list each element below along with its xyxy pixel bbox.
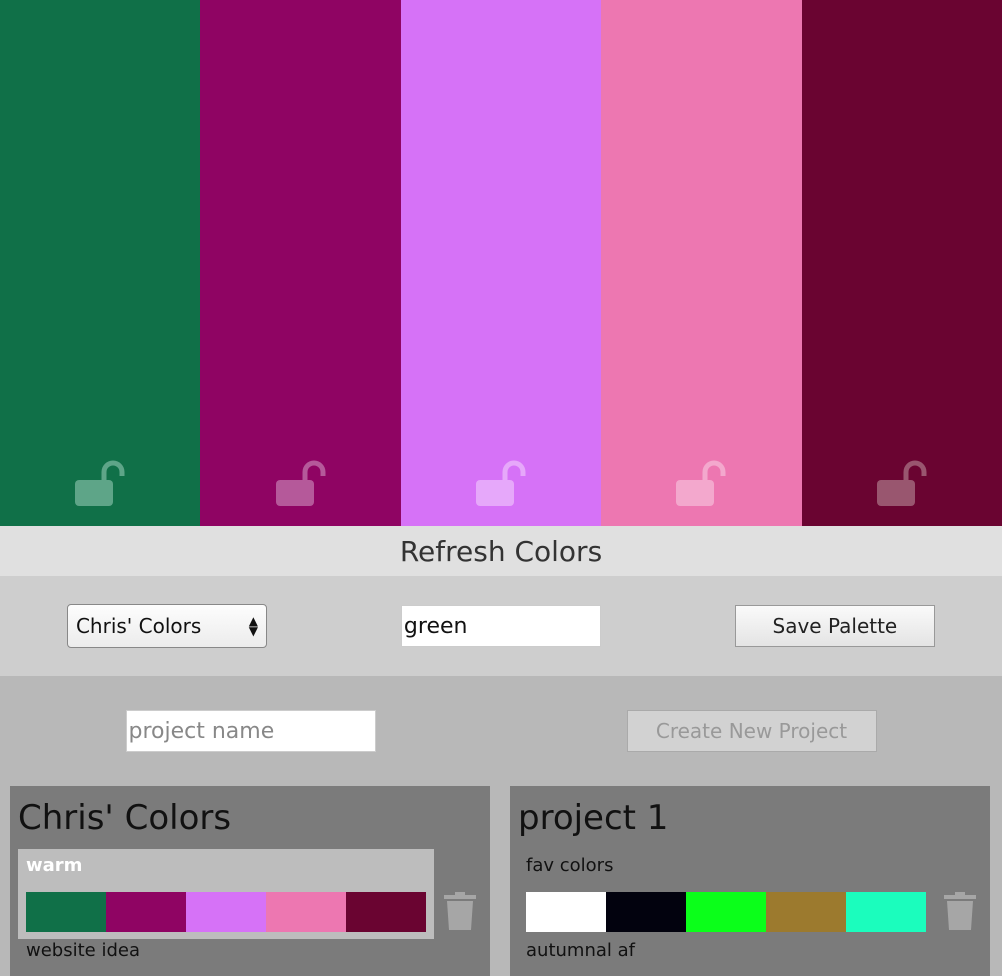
unlocked-lock-icon[interactable] bbox=[275, 460, 326, 506]
palette-color bbox=[266, 892, 346, 932]
palette-color bbox=[106, 892, 186, 932]
project-card: project 1 fav colors autumnal af bbox=[510, 786, 990, 976]
create-project-button[interactable]: Create New Project bbox=[626, 710, 877, 752]
saved-palette[interactable]: fav colors bbox=[518, 849, 934, 939]
project-card: Chris' Colors warm website idea bbox=[10, 786, 490, 976]
palette-color bbox=[846, 892, 926, 932]
palette-colors bbox=[526, 892, 926, 932]
saved-palette[interactable]: warm bbox=[18, 849, 434, 939]
trash-icon[interactable] bbox=[444, 892, 476, 930]
swatch-5 bbox=[801, 0, 1002, 526]
swatch-1 bbox=[0, 0, 201, 526]
unlocked-lock-icon[interactable] bbox=[476, 460, 526, 506]
palette-color bbox=[606, 892, 686, 932]
new-project-bar: project name Create New Project bbox=[0, 676, 1002, 786]
color-swatches bbox=[0, 0, 1002, 526]
palette-color bbox=[186, 892, 266, 932]
swatch-3 bbox=[400, 0, 602, 526]
palette-color bbox=[686, 892, 766, 932]
palette-color bbox=[766, 892, 846, 932]
unlocked-lock-icon[interactable] bbox=[876, 460, 927, 506]
refresh-colors-button[interactable]: Refresh Colors bbox=[0, 526, 1002, 576]
palette-name[interactable]: autumnal af bbox=[526, 940, 635, 961]
swatch-2 bbox=[200, 0, 401, 526]
palette-name[interactable]: website idea bbox=[26, 940, 140, 961]
project-title: Chris' Colors bbox=[18, 798, 232, 838]
unlocked-lock-icon[interactable] bbox=[676, 460, 726, 506]
palette-name-input[interactable]: green bbox=[400, 605, 601, 647]
palette-color bbox=[526, 892, 606, 932]
select-arrows-icon: ▲ ▼ bbox=[248, 614, 258, 638]
palette-color bbox=[26, 892, 106, 932]
project-select-value: Chris' Colors bbox=[75, 614, 202, 638]
trash-icon[interactable] bbox=[944, 892, 976, 930]
project-name-input[interactable]: project name bbox=[125, 710, 376, 752]
palette-name: fav colors bbox=[526, 855, 614, 876]
save-palette-button[interactable]: Save Palette bbox=[734, 605, 935, 647]
project-title: project 1 bbox=[518, 798, 669, 838]
project-select[interactable]: Chris' Colors ▲ ▼ bbox=[66, 604, 267, 648]
project-list: Chris' Colors warm website idea project … bbox=[0, 786, 1002, 976]
palette-color bbox=[346, 892, 426, 932]
palette-controls: Chris' Colors ▲ ▼ green Save Palette bbox=[0, 576, 1002, 676]
palette-colors bbox=[26, 892, 426, 932]
palette-name: warm bbox=[26, 855, 83, 876]
unlocked-lock-icon[interactable] bbox=[75, 460, 125, 506]
swatch-4 bbox=[601, 0, 802, 526]
